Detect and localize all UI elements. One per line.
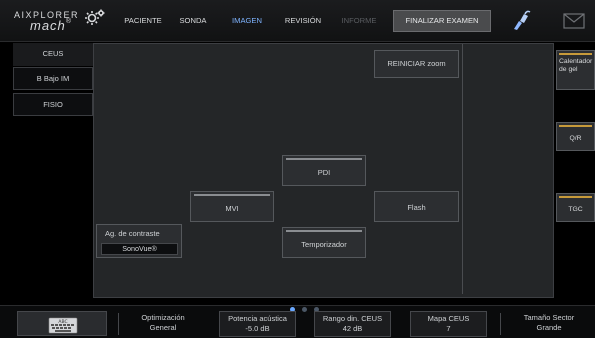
- keyboard-icon: ABC: [48, 317, 78, 334]
- finish-exam-button[interactable]: FINALIZAR EXAMEN: [393, 10, 491, 32]
- ceus-map-value: 7: [446, 324, 451, 333]
- flash-button[interactable]: Flash: [374, 191, 459, 222]
- qr-label: Q/R: [569, 135, 582, 142]
- acoustic-power-label: Potencia acústica: [228, 314, 287, 323]
- toggle-indicator: [559, 53, 592, 55]
- separator: [500, 313, 501, 335]
- qr-button[interactable]: Q/R: [556, 122, 595, 151]
- sector-size-label: Tamaño Sector: [523, 313, 575, 322]
- optimization-value: General: [149, 323, 177, 332]
- message-icon[interactable]: [563, 13, 585, 29]
- toggle-indicator: [559, 196, 592, 198]
- ceus-dynamic-range-value: 42 dB: [342, 324, 363, 333]
- tgc-button[interactable]: TGC: [556, 193, 595, 222]
- contrast-agent-selector[interactable]: Ag. de contraste SonoVue®: [96, 224, 182, 258]
- ceus-dynamic-range-label: Rango din. CEUS: [322, 314, 383, 323]
- keyboard-label: ABC: [58, 319, 67, 325]
- ceus-map-field[interactable]: Mapa CEUS 7: [410, 311, 487, 337]
- logo-product: mach®: [30, 18, 72, 33]
- tab-informe: INFORME: [341, 16, 377, 25]
- tab-paciente[interactable]: PACIENTE: [120, 0, 166, 42]
- ceus-dynamic-range-field[interactable]: Rango din. CEUS 42 dB: [314, 311, 391, 337]
- sector-size-value: Grande: [536, 323, 562, 332]
- tab-sonda[interactable]: SONDA: [176, 0, 210, 42]
- mvi-button[interactable]: MVI: [190, 191, 274, 222]
- tgc-label: TGC: [568, 206, 583, 213]
- tab-fisio[interactable]: FISIO: [13, 93, 93, 116]
- gel-warmer-button[interactable]: Calentador de gel: [556, 50, 595, 90]
- acoustic-power-field[interactable]: Potencia acústica -5.0 dB: [219, 311, 296, 337]
- page-indicator-dot[interactable]: [302, 307, 307, 312]
- timer-label: Temporizador: [301, 240, 347, 249]
- tab-revision[interactable]: REVISIÓN: [281, 0, 325, 42]
- contrast-agent-label: Ag. de contraste: [105, 229, 160, 238]
- tab-b-bajo-im[interactable]: B Bajo IM: [13, 67, 93, 90]
- gear-icon: [85, 9, 105, 25]
- toggle-indicator: [194, 194, 270, 196]
- toggle-indicator: [286, 158, 362, 160]
- mvi-label: MVI: [225, 204, 239, 213]
- gel-warmer-label: Calentador de gel: [559, 58, 593, 73]
- tab-ceus[interactable]: CEUS: [13, 43, 93, 66]
- separator: [118, 313, 119, 335]
- timer-button[interactable]: Temporizador: [282, 227, 366, 258]
- keyboard-button[interactable]: ABC: [17, 311, 107, 336]
- optimization-field[interactable]: Optimización General: [124, 311, 202, 337]
- tab-imagen[interactable]: IMAGEN: [225, 0, 269, 42]
- toggle-indicator: [559, 125, 592, 127]
- reset-zoom-button[interactable]: REINICIAR zoom: [374, 50, 459, 78]
- pdi-button[interactable]: PDI: [282, 155, 366, 186]
- panel-divider: [462, 44, 463, 294]
- probe-icon[interactable]: [510, 9, 532, 31]
- acoustic-power-value: -5.0 dB: [245, 324, 270, 333]
- optimization-label: Optimización: [141, 313, 185, 322]
- contrast-agent-value[interactable]: SonoVue®: [101, 243, 178, 255]
- sector-size-field[interactable]: Tamaño Sector Grande: [504, 311, 594, 337]
- toggle-indicator: [286, 230, 362, 232]
- pdi-label: PDI: [317, 168, 331, 177]
- ceus-map-label: Mapa CEUS: [427, 314, 470, 323]
